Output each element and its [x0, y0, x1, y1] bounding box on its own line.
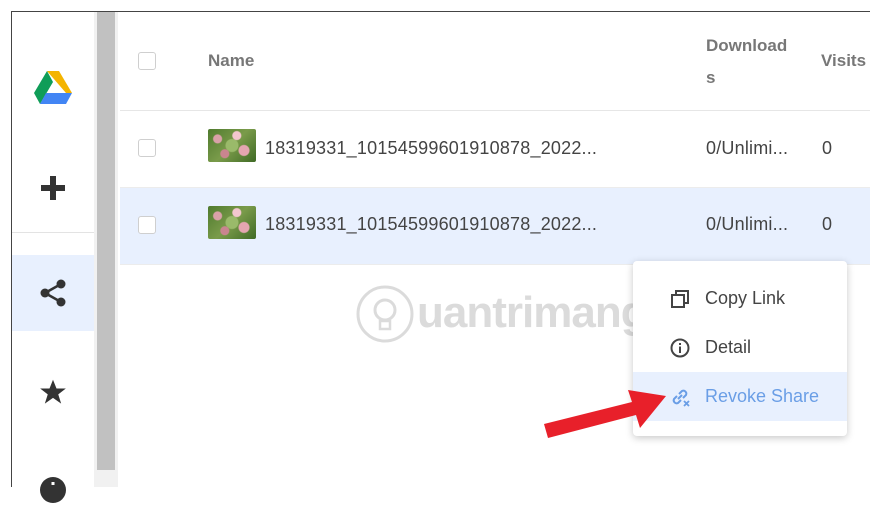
table-row-selected[interactable]: 18319331_10154599601910878_2022... 0/Unl…	[120, 188, 870, 265]
file-name[interactable]: 18319331_10154599601910878_2022...	[265, 138, 597, 159]
file-thumbnail	[208, 206, 256, 239]
red-arrow-annotation	[544, 390, 666, 438]
menu-item-copy-link[interactable]: Copy Link	[633, 274, 847, 323]
visits-value: 0	[822, 138, 833, 158]
file-name[interactable]: 18319331_10154599601910878_2022...	[265, 214, 597, 235]
watermark: uantrimang	[355, 280, 675, 350]
shared-nav-item[interactable]	[12, 255, 94, 331]
row-checkbox[interactable]	[138, 139, 156, 157]
left-rail	[12, 12, 94, 503]
column-header-visits[interactable]: Visits	[821, 51, 866, 71]
lightbulb-watermark-icon	[356, 285, 414, 343]
add-icon	[41, 176, 65, 200]
menu-item-detail[interactable]: Detail	[633, 323, 847, 372]
google-drive-logo-icon	[34, 71, 72, 104]
table-row[interactable]: 18319331_10154599601910878_2022... 0/Unl…	[120, 111, 870, 188]
row-checkbox[interactable]	[138, 216, 156, 234]
menu-item-label: Copy Link	[705, 288, 786, 308]
drive-logo[interactable]	[12, 50, 94, 126]
column-header-name[interactable]: Name	[208, 51, 254, 71]
watermark-text: uantrimang	[417, 288, 648, 337]
downloads-value: 0/Unlimi...	[706, 214, 789, 234]
scrollbar-thumb[interactable]	[97, 12, 115, 470]
menu-item-label: Detail	[705, 337, 752, 357]
star-icon	[40, 379, 66, 404]
column-header-downloads-wrap: s	[706, 68, 716, 87]
info-nav-item[interactable]	[12, 452, 94, 528]
table-header: Name Download s Visits	[120, 12, 870, 111]
file-thumbnail	[208, 129, 256, 162]
downloads-value: 0/Unlimi...	[706, 138, 789, 158]
visits-value: 0	[822, 214, 833, 234]
copy-icon	[671, 289, 689, 308]
new-button[interactable]	[12, 150, 94, 226]
select-all-checkbox[interactable]	[138, 52, 156, 70]
share-icon	[40, 279, 66, 307]
info-icon	[40, 477, 66, 503]
menu-item-label: Revoke Share	[705, 386, 820, 406]
starred-nav-item[interactable]	[12, 354, 94, 430]
column-header-downloads[interactable]: Download	[706, 36, 787, 56]
rail-divider	[12, 232, 94, 233]
info-icon	[670, 338, 690, 357]
